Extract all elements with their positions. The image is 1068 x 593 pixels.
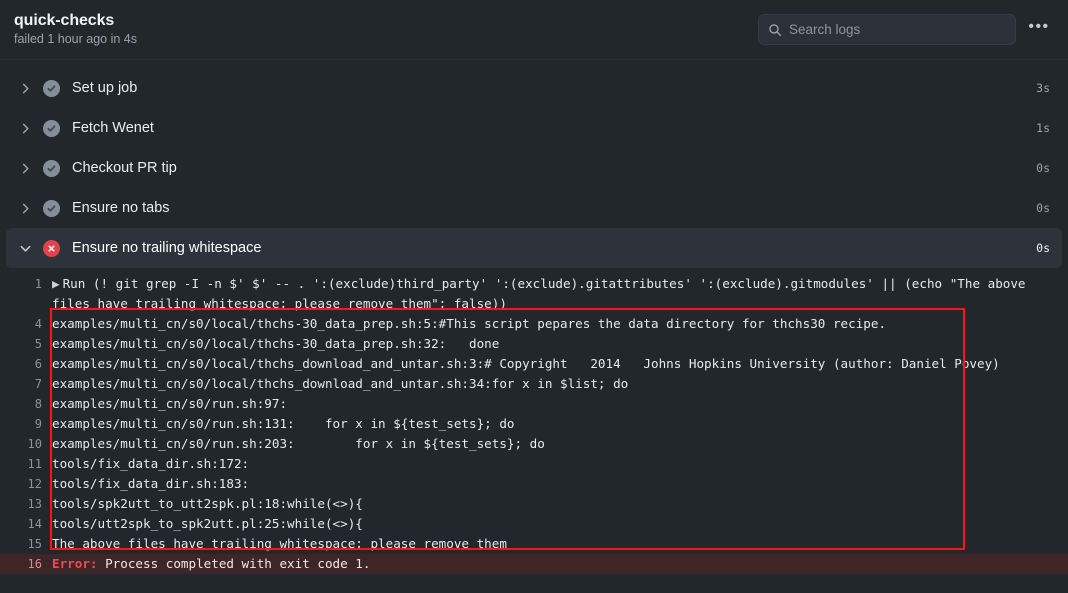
log-output: 1 ▶Run (! git grep -I -n $' $' -- . ':(e…	[0, 268, 1068, 574]
step-duration: 3s	[1036, 81, 1050, 95]
log-line-number: 14	[0, 514, 52, 534]
more-options-button[interactable]: •••	[1026, 17, 1052, 43]
step-label: Fetch Wenet	[72, 119, 1036, 137]
log-line: 11 tools/fix_data_dir.sh:172:	[0, 454, 1068, 474]
search-logs-box[interactable]	[758, 14, 1016, 45]
job-header: quick-checks failed 1 hour ago in 4s •••	[0, 0, 1068, 60]
log-line: 9 examples/multi_cn/s0/run.sh:131: for x…	[0, 414, 1068, 434]
log-line-content: tools/spk2utt_to_utt2spk.pl:18:while(<>)…	[52, 494, 1068, 514]
step-duration: 0s	[1036, 161, 1050, 175]
log-line-number: 8	[0, 394, 52, 414]
log-line-content: examples/multi_cn/s0/run.sh:131: for x i…	[52, 414, 1068, 434]
log-line-content: ▶Run (! git grep -I -n $' $' -- . ':(exc…	[52, 274, 1068, 314]
status-success-icon	[43, 200, 60, 217]
log-line: 8 examples/multi_cn/s0/run.sh:97:	[0, 394, 1068, 414]
log-line-number: 6	[0, 354, 52, 374]
step-row[interactable]: Fetch Wenet 1s	[6, 108, 1062, 148]
log-line-content: tools/fix_data_dir.sh:183:	[52, 474, 1068, 494]
log-line-number: 7	[0, 374, 52, 394]
search-icon	[768, 23, 782, 37]
search-input[interactable]	[789, 22, 1006, 37]
status-failure-icon	[43, 240, 60, 257]
step-duration: 0s	[1036, 241, 1050, 255]
step-duration: 0s	[1036, 201, 1050, 215]
log-line-number: 4	[0, 314, 52, 334]
log-line-number: 13	[0, 494, 52, 514]
status-success-icon	[43, 160, 60, 177]
error-tag: Error:	[52, 556, 98, 571]
log-command-text: Run (! git grep -I -n $' $' -- . ':(excl…	[52, 276, 1033, 311]
log-line-content: tools/fix_data_dir.sh:172:	[52, 454, 1068, 474]
log-line-content: examples/multi_cn/s0/run.sh:97:	[52, 394, 1068, 414]
log-line: 10 examples/multi_cn/s0/run.sh:203: for …	[0, 434, 1068, 454]
log-line: 6 examples/multi_cn/s0/local/thchs_downl…	[0, 354, 1068, 374]
error-message: Process completed with exit code 1.	[98, 556, 371, 571]
step-label: Set up job	[72, 79, 1036, 97]
log-line-number: 5	[0, 334, 52, 354]
log-line-number: 10	[0, 434, 52, 454]
log-line: 14 tools/utt2spk_to_spk2utt.pl:25:while(…	[0, 514, 1068, 534]
step-row-expanded[interactable]: Ensure no trailing whitespace 0s	[6, 228, 1062, 268]
step-label: Ensure no trailing whitespace	[72, 239, 1036, 257]
log-line-content: The above files have trailing whitespace…	[52, 534, 1068, 554]
log-line: 13 tools/spk2utt_to_utt2spk.pl:18:while(…	[0, 494, 1068, 514]
page-title: quick-checks	[14, 12, 137, 30]
job-header-actions: •••	[758, 14, 1052, 45]
step-row[interactable]: Ensure no tabs 0s	[6, 188, 1062, 228]
log-line-error: 16 Error: Process completed with exit co…	[0, 554, 1068, 574]
job-status-subtitle: failed 1 hour ago in 4s	[14, 32, 137, 47]
chevron-down-icon[interactable]	[14, 243, 36, 254]
log-line-number: 11	[0, 454, 52, 474]
steps-list: Set up job 3s Fetch Wenet 1s Checkout PR…	[0, 60, 1068, 593]
step-row[interactable]: Checkout PR tip 0s	[6, 148, 1062, 188]
log-line-content: Error: Process completed with exit code …	[52, 554, 1068, 574]
step-label: Ensure no tabs	[72, 199, 1036, 217]
log-line-content: examples/multi_cn/s0/local/thchs_downloa…	[52, 354, 1068, 374]
workflow-log-viewer: quick-checks failed 1 hour ago in 4s •••	[0, 0, 1068, 593]
chevron-right-icon[interactable]	[14, 83, 36, 94]
log-line: 15 The above files have trailing whitesp…	[0, 534, 1068, 554]
chevron-right-icon[interactable]	[14, 163, 36, 174]
job-header-info: quick-checks failed 1 hour ago in 4s	[14, 12, 137, 47]
run-marker-icon[interactable]: ▶	[52, 276, 60, 291]
log-line: 5 examples/multi_cn/s0/local/thchs-30_da…	[0, 334, 1068, 354]
log-line-content: examples/multi_cn/s0/local/thchs-30_data…	[52, 334, 1068, 354]
status-success-icon	[43, 120, 60, 137]
step-label: Checkout PR tip	[72, 159, 1036, 177]
step-row[interactable]: Set up job 3s	[6, 68, 1062, 108]
chevron-right-icon[interactable]	[14, 123, 36, 134]
status-success-icon	[43, 80, 60, 97]
log-line-content: examples/multi_cn/s0/local/thchs_downloa…	[52, 374, 1068, 394]
chevron-right-icon[interactable]	[14, 203, 36, 214]
log-line: 4 examples/multi_cn/s0/local/thchs-30_da…	[0, 314, 1068, 334]
log-line-content: tools/utt2spk_to_spk2utt.pl:25:while(<>)…	[52, 514, 1068, 534]
log-line-number: 12	[0, 474, 52, 494]
log-line-number: 9	[0, 414, 52, 434]
log-line-number: 15	[0, 534, 52, 554]
log-line-content: examples/multi_cn/s0/run.sh:203: for x i…	[52, 434, 1068, 454]
log-line-number: 16	[0, 554, 52, 574]
log-line: 7 examples/multi_cn/s0/local/thchs_downl…	[0, 374, 1068, 394]
step-duration: 1s	[1036, 121, 1050, 135]
log-line-content: examples/multi_cn/s0/local/thchs-30_data…	[52, 314, 1068, 334]
log-line: 12 tools/fix_data_dir.sh:183:	[0, 474, 1068, 494]
log-line-number: 1	[0, 274, 52, 294]
log-line-command: 1 ▶Run (! git grep -I -n $' $' -- . ':(e…	[0, 274, 1068, 314]
